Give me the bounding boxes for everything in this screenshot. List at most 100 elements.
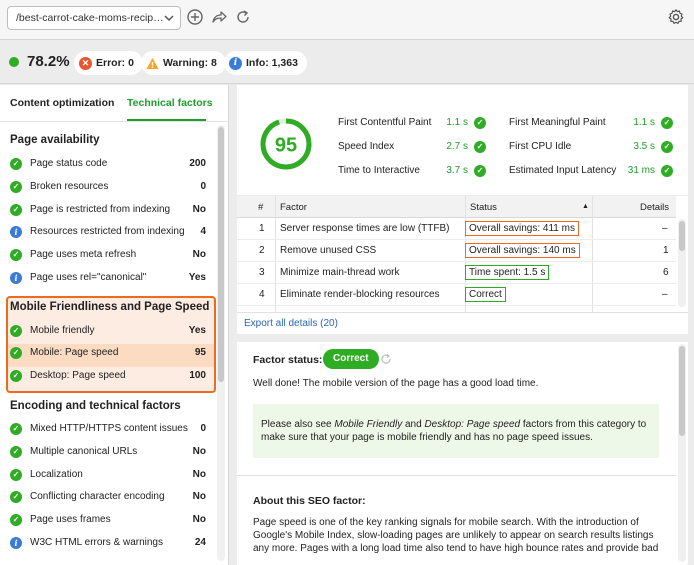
metric-value: 1.1 s	[633, 117, 655, 128]
check-icon: ✓	[10, 325, 22, 337]
metric-label: First CPU Idle	[509, 141, 572, 152]
factor-resources-restricted[interactable]: i Resources restricted from indexing 4	[8, 222, 206, 242]
summary-bar: 78.2% ✕ Error: 0 Warning: 8 i Info: 1,36…	[0, 41, 694, 84]
share-icon[interactable]	[210, 8, 228, 26]
check-icon: ✓	[10, 204, 22, 216]
row-number: 4	[259, 289, 265, 300]
table-row[interactable]: 4 Eliminate render-blocking resources Co…	[237, 284, 676, 306]
opportunities-table: # Factor Status ▲ Details 1 Server respo…	[237, 196, 688, 314]
scrollbar-thumb[interactable]	[679, 346, 685, 436]
factor-mobile-friendly[interactable]: ✓ Mobile friendly Yes	[8, 321, 206, 341]
check-icon: ✓	[10, 423, 22, 435]
table-scrollbar[interactable]	[678, 219, 686, 307]
factor-value: No	[192, 249, 206, 260]
row-factor: Eliminate render-blocking resources	[280, 289, 440, 300]
factor-value: 4	[200, 226, 206, 237]
factor-label: Page uses meta refresh	[30, 249, 137, 260]
check-icon: ✓	[10, 181, 22, 193]
url-dropdown[interactable]: /best-carrot-cake-moms-recip…	[7, 6, 181, 30]
status-badge: Overall savings: 140 ms	[465, 243, 580, 258]
tab-content-optimization[interactable]: Content optimization	[10, 97, 114, 109]
table-header: # Factor Status ▲ Details	[237, 196, 676, 218]
factor-value: 100	[189, 370, 206, 381]
factor-conflicting-encoding[interactable]: ✓ Conflicting character encoding No	[8, 487, 206, 507]
info-icon: i	[10, 537, 22, 549]
factor-label: Page is restricted from indexing	[30, 204, 171, 215]
factor-broken-resources[interactable]: ✓ Broken resources 0	[8, 177, 206, 197]
refresh-icon[interactable]	[234, 8, 252, 26]
factor-mixed-content[interactable]: ✓ Mixed HTTP/HTTPS content issues 0	[8, 419, 206, 439]
status-badge: Correct	[465, 287, 506, 302]
factor-w3c-errors[interactable]: i W3C HTML errors & warnings 24	[8, 533, 206, 553]
export-all-details-link[interactable]: Export all details (20)	[244, 318, 338, 329]
factor-value: 24	[194, 537, 206, 548]
warning-pill[interactable]: Warning: 8	[141, 51, 226, 75]
check-icon: ✓	[10, 249, 22, 261]
row-details[interactable]: 6	[663, 267, 669, 278]
refresh-icon[interactable]	[380, 353, 392, 368]
factor-value: 95	[194, 347, 206, 358]
row-details[interactable]: 1	[663, 245, 669, 256]
factor-localization[interactable]: ✓ Localization No	[8, 465, 206, 485]
factor-page-frames[interactable]: ✓ Page uses frames No	[8, 510, 206, 530]
column-header-number[interactable]: #	[258, 202, 263, 213]
metric-label: First Meaningful Paint	[509, 117, 606, 128]
section-title-mobile-friendliness: Mobile Friendliness and Page Speed	[10, 301, 210, 313]
factor-value: No	[192, 491, 206, 502]
check-icon: ✓	[474, 117, 486, 129]
row-details[interactable]: –	[662, 223, 668, 234]
about-title: About this SEO factor:	[253, 495, 366, 507]
tip-link-desktop-page-speed: Desktop: Page speed	[424, 419, 521, 430]
score-dot-icon	[9, 57, 19, 67]
factor-page-status-code[interactable]: ✓ Page status code 200	[8, 154, 206, 174]
column-header-details[interactable]: Details	[640, 202, 669, 213]
factor-desktop-page-speed[interactable]: ✓ Desktop: Page speed 100	[8, 366, 206, 386]
tip-text-and: and	[402, 419, 425, 430]
info-icon: i	[10, 272, 22, 284]
url-text: /best-carrot-cake-moms-recip…	[16, 12, 164, 24]
factor-meta-refresh[interactable]: ✓ Page uses meta refresh No	[8, 245, 206, 265]
factor-value: No	[192, 469, 206, 480]
factor-value: No	[192, 514, 206, 525]
factor-label: Desktop: Page speed	[30, 370, 126, 381]
add-icon[interactable]	[186, 8, 204, 26]
tip-text: Please also see Mobile Friendly and Desk…	[261, 418, 653, 444]
check-icon: ✓	[474, 165, 486, 177]
factors-panel: Content optimization Technical factors P…	[0, 85, 229, 565]
info-icon: i	[10, 226, 22, 238]
about-text: Page speed is one of the key ranking sig…	[253, 517, 659, 554]
factors-scrollbar[interactable]	[217, 125, 225, 561]
error-count: Error: 0	[96, 57, 134, 69]
table-row[interactable]: 3 Minimize main-thread work Time spent: …	[237, 262, 676, 284]
scrollbar-thumb[interactable]	[218, 127, 224, 382]
sort-ascending-icon[interactable]: ▲	[582, 203, 589, 210]
metric-label: Time to Interactive	[338, 165, 420, 176]
tip-link-mobile-friendly: Mobile Friendly	[334, 419, 403, 430]
details-scrollbar[interactable]	[678, 344, 686, 562]
row-details[interactable]: –	[662, 289, 668, 300]
optimization-score: 78.2%	[27, 53, 70, 70]
metric-value: 1.1 s	[446, 117, 468, 128]
row-factor: Minimize main-thread work	[280, 267, 400, 278]
page-speed-gauge: 95	[259, 117, 313, 174]
factor-mobile-page-speed[interactable]: ✓ Mobile: Page speed 95	[8, 343, 206, 363]
status-badge: Overall savings: 411 ms	[465, 221, 579, 236]
table-row[interactable]: 1 Server response times are low (TTFB) O…	[237, 218, 676, 240]
metric-label: Estimated Input Latency	[509, 165, 617, 176]
divider	[237, 475, 677, 476]
factor-rel-canonical[interactable]: i Page uses rel="canonical" Yes	[8, 268, 206, 288]
check-icon: ✓	[10, 158, 22, 170]
warning-icon	[146, 57, 159, 70]
column-header-factor[interactable]: Factor	[280, 202, 307, 213]
tab-technical-factors[interactable]: Technical factors	[127, 97, 213, 109]
factor-restricted-indexing[interactable]: ✓ Page is restricted from indexing No	[8, 200, 206, 220]
column-header-status[interactable]: Status	[470, 202, 497, 213]
factor-multiple-canonical[interactable]: ✓ Multiple canonical URLs No	[8, 442, 206, 462]
factor-label: Page uses rel="canonical"	[30, 272, 147, 283]
scrollbar-thumb[interactable]	[679, 221, 685, 251]
table-row[interactable]: 2 Remove unused CSS Overall savings: 140…	[237, 240, 676, 262]
settings-icon[interactable]	[667, 8, 685, 26]
info-pill[interactable]: i Info: 1,363	[224, 51, 307, 75]
section-title-encoding: Encoding and technical factors	[10, 400, 181, 412]
error-pill[interactable]: ✕ Error: 0	[74, 51, 143, 75]
